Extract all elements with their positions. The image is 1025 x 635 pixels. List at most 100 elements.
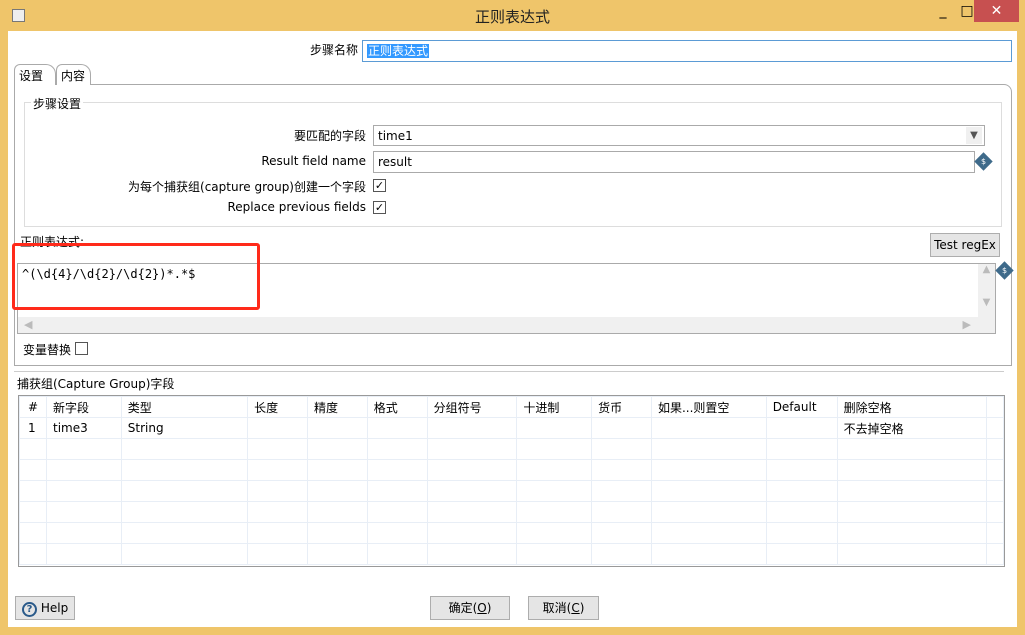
table-cell[interactable] <box>765 522 838 544</box>
table-cell[interactable] <box>45 543 122 565</box>
table-cell[interactable] <box>765 438 838 460</box>
table-cell[interactable] <box>591 438 652 460</box>
table-cell[interactable] <box>306 438 368 460</box>
table-cell[interactable] <box>426 501 518 523</box>
table-cell[interactable] <box>516 438 593 460</box>
table-cell[interactable] <box>765 543 838 565</box>
replace-fields-checkbox[interactable]: ✓ <box>373 201 386 214</box>
table-cell[interactable] <box>591 480 652 502</box>
table-cell[interactable] <box>19 522 47 544</box>
table-cell[interactable]: 不去掉空格 <box>836 417 987 439</box>
table-cell[interactable] <box>836 501 987 523</box>
table-cell[interactable] <box>985 501 1004 523</box>
table-cell[interactable] <box>19 501 47 523</box>
table-cell[interactable] <box>516 501 593 523</box>
column-header[interactable]: 分组符号 <box>426 396 518 418</box>
table-cell[interactable] <box>650 522 767 544</box>
column-header[interactable]: 类型 <box>120 396 249 418</box>
table-cell[interactable] <box>765 417 838 439</box>
table-cell[interactable] <box>19 438 47 460</box>
table-cell[interactable] <box>836 522 987 544</box>
table-cell[interactable] <box>985 480 1004 502</box>
tab-content[interactable]: 内容 <box>56 64 91 85</box>
table-cell[interactable] <box>426 480 518 502</box>
column-header[interactable]: 精度 <box>306 396 368 418</box>
table-cell[interactable] <box>247 480 308 502</box>
table-row[interactable]: 1 time3 String 不去掉空格 <box>19 417 1004 439</box>
table-cell[interactable] <box>120 543 249 565</box>
table-cell[interactable]: 1 <box>19 417 47 439</box>
table-cell[interactable] <box>516 522 593 544</box>
table-cell[interactable] <box>650 543 767 565</box>
match-field-combo[interactable]: time1 ▼ <box>373 125 985 146</box>
column-header[interactable]: 十进制 <box>516 396 593 418</box>
table-cell[interactable] <box>247 438 308 460</box>
column-header[interactable]: 长度 <box>247 396 308 418</box>
table-cell[interactable] <box>366 417 428 439</box>
table-row[interactable] <box>19 543 1004 565</box>
create-fields-checkbox[interactable]: ✓ <box>373 179 386 192</box>
table-cell[interactable] <box>19 480 47 502</box>
table-cell[interactable] <box>836 438 987 460</box>
table-cell[interactable] <box>985 459 1004 481</box>
help-button[interactable]: ? Help <box>15 596 75 620</box>
scroll-left-icon[interactable]: ◀ <box>24 318 32 331</box>
table-cell[interactable] <box>765 480 838 502</box>
horizontal-scrollbar[interactable]: ◀ ▶ <box>18 317 995 333</box>
table-cell[interactable] <box>985 438 1004 460</box>
chevron-down-icon[interactable]: ▼ <box>966 127 982 144</box>
table-cell[interactable] <box>591 459 652 481</box>
variable-substitution-checkbox[interactable] <box>75 342 88 355</box>
table-cell[interactable] <box>985 522 1004 544</box>
table-row[interactable] <box>19 480 1004 502</box>
table-cell[interactable] <box>765 459 838 481</box>
scroll-down-icon[interactable]: ▼ <box>978 297 995 308</box>
table-cell[interactable] <box>306 543 368 565</box>
table-cell[interactable] <box>45 438 122 460</box>
table-cell[interactable] <box>765 501 838 523</box>
table-cell[interactable] <box>591 522 652 544</box>
column-header[interactable]: 删除空格 <box>836 396 987 418</box>
table-cell[interactable] <box>985 543 1004 565</box>
column-header[interactable]: 如果...则置空 <box>650 396 767 418</box>
table-cell[interactable] <box>306 522 368 544</box>
table-cell[interactable] <box>591 501 652 523</box>
table-cell[interactable] <box>306 417 368 439</box>
table-cell[interactable] <box>366 480 428 502</box>
table-cell[interactable] <box>650 480 767 502</box>
table-cell[interactable] <box>836 543 987 565</box>
table-cell[interactable] <box>120 480 249 502</box>
column-header[interactable]: 格式 <box>366 396 428 418</box>
table-cell[interactable] <box>650 438 767 460</box>
table-cell[interactable] <box>426 438 518 460</box>
table-cell[interactable] <box>426 522 518 544</box>
ok-button[interactable]: 确定(O) <box>430 596 510 620</box>
table-cell[interactable] <box>45 501 122 523</box>
table-cell[interactable] <box>836 459 987 481</box>
column-header[interactable] <box>985 396 1004 418</box>
column-header[interactable]: 货币 <box>591 396 652 418</box>
table-cell[interactable] <box>306 480 368 502</box>
table-cell[interactable] <box>591 543 652 565</box>
cancel-button[interactable]: 取消(C) <box>528 596 599 620</box>
table-cell[interactable] <box>516 480 593 502</box>
table-row[interactable] <box>19 438 1004 460</box>
table-cell[interactable] <box>247 522 308 544</box>
table-cell[interactable] <box>985 417 1004 439</box>
table-cell[interactable] <box>650 417 767 439</box>
scroll-right-icon[interactable]: ▶ <box>963 317 971 333</box>
scroll-up-icon[interactable]: ▲ <box>978 264 995 275</box>
table-cell[interactable] <box>120 438 249 460</box>
close-button[interactable]: ✕ <box>974 0 1019 22</box>
table-cell[interactable] <box>516 459 593 481</box>
table-cell[interactable] <box>247 501 308 523</box>
table-cell[interactable] <box>426 543 518 565</box>
result-field-input[interactable]: result <box>373 151 975 173</box>
table-cell[interactable] <box>120 522 249 544</box>
table-cell[interactable] <box>366 501 428 523</box>
table-cell[interactable] <box>426 459 518 481</box>
table-cell[interactable] <box>366 522 428 544</box>
table-cell[interactable] <box>120 501 249 523</box>
table-row[interactable] <box>19 459 1004 481</box>
table-cell[interactable] <box>591 417 652 439</box>
